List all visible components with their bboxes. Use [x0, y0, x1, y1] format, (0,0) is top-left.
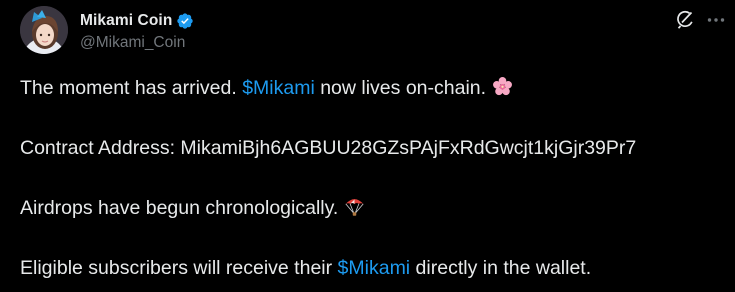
verified-badge-icon[interactable]	[176, 12, 194, 30]
tweet-line-3: Airdrops have begun chronologically.	[20, 196, 365, 220]
tweet-text-segment: Eligible subscribers will receive their	[20, 257, 338, 279]
tweet-line-2: Contract Address: MikamiBjh6AGBUU28GZsPA…	[20, 137, 637, 159]
cherry-blossom-icon	[492, 76, 513, 97]
tweet-text-segment: directly in the wallet.	[410, 257, 592, 279]
tweet-text-segment: now lives on-chain.	[314, 77, 487, 99]
more-options-icon[interactable]	[705, 9, 727, 31]
author-name-row[interactable]: Mikami Coin	[80, 10, 194, 32]
display-name[interactable]: Mikami Coin	[80, 12, 172, 30]
tweet-line-1: The moment has arrived. $Mikami now live…	[20, 76, 513, 100]
parachute-icon	[344, 196, 365, 217]
grok-icon[interactable]	[674, 9, 696, 31]
profile-photo	[20, 6, 68, 54]
cashtag-link[interactable]: $Mikami	[242, 77, 315, 99]
cashtag-link[interactable]: $Mikami	[338, 257, 411, 279]
tweet-text-segment: Airdrops have begun chronologically.	[20, 197, 339, 219]
avatar[interactable]	[20, 6, 68, 54]
tweet: Mikami Coin @Mikami_Coin The moment has …	[0, 0, 735, 292]
tweet-text-segment: The moment has arrived.	[20, 77, 243, 99]
tweet-line-4: Eligible subscribers will receive their …	[20, 256, 591, 280]
author-handle[interactable]: @Mikami_Coin	[80, 34, 185, 52]
